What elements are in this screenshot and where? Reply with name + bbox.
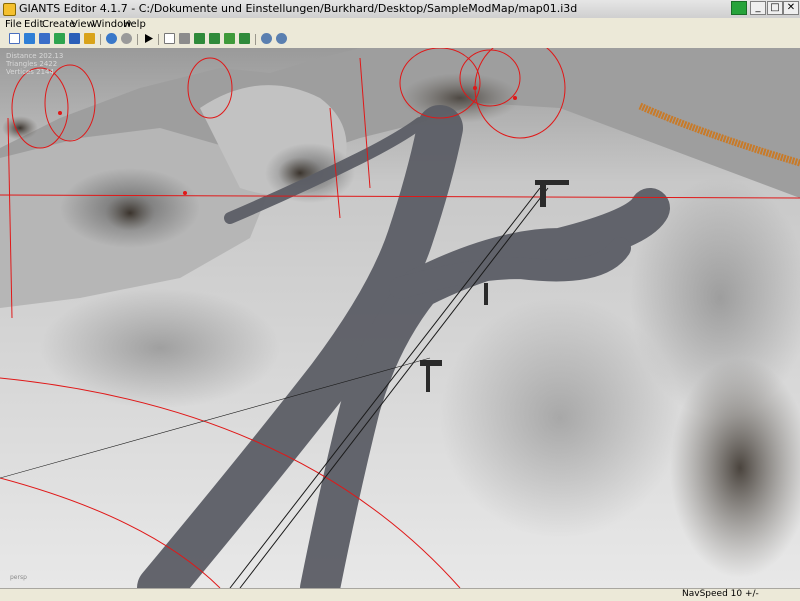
3d-viewport[interactable]: Distance 202.13 Triangles 2422 Vertices … <box>0 48 800 588</box>
viewport-stats: Distance 202.13 Triangles 2422 Vertices … <box>6 52 63 76</box>
vertices-readout: Vertices 2144 <box>6 68 54 76</box>
navspeed-readout: NavSpeed 10 +/- <box>682 589 759 599</box>
terrain-smooth-icon[interactable] <box>239 33 250 44</box>
move-icon[interactable] <box>179 33 190 44</box>
toolbar-separator <box>255 34 256 45</box>
menu-bar: File Edit Create View Window Help <box>0 18 800 32</box>
play-icon[interactable] <box>143 33 154 44</box>
open-file-icon[interactable] <box>24 33 35 44</box>
foliage-icon[interactable] <box>224 33 235 44</box>
title-bar: GIANTS Editor 4.1.7 - C:/Dokumente und E… <box>0 0 800 19</box>
settings-icon[interactable] <box>261 33 272 44</box>
terrain-paint-icon[interactable] <box>194 33 205 44</box>
toolbar <box>0 32 800 49</box>
minimize-button[interactable]: _ <box>750 1 766 15</box>
export-icon[interactable] <box>84 33 95 44</box>
new-file-icon[interactable] <box>9 33 20 44</box>
status-bar: NavSpeed 10 +/- <box>0 588 800 601</box>
menu-help[interactable]: Help <box>123 19 146 30</box>
terrain-scene <box>0 48 800 588</box>
terrain-sculpt-icon[interactable] <box>209 33 220 44</box>
terrain-shadow <box>40 288 280 408</box>
menu-edit[interactable]: Edit <box>24 19 43 30</box>
tray-icon[interactable] <box>731 1 747 15</box>
toolbar-separator <box>158 34 159 45</box>
undo-icon[interactable] <box>106 33 117 44</box>
select-icon[interactable] <box>164 33 175 44</box>
triangles-readout: Triangles 2422 <box>6 60 58 68</box>
reload-icon[interactable] <box>54 33 65 44</box>
save-icon[interactable] <box>39 33 50 44</box>
distance-readout: Distance 202.13 <box>6 52 64 60</box>
menu-file[interactable]: File <box>5 19 22 30</box>
save-as-icon[interactable] <box>69 33 80 44</box>
rock-outcrop <box>105 195 155 231</box>
app-icon <box>3 3 16 16</box>
camera-label: persp <box>10 574 27 581</box>
window-title: GIANTS Editor 4.1.7 - C:/Dokumente und E… <box>19 2 578 15</box>
maximize-button[interactable]: □ <box>767 1 783 15</box>
toolbar-separator <box>100 34 101 45</box>
toolbar-separator <box>137 34 138 45</box>
close-button[interactable]: ✕ <box>783 1 799 15</box>
redo-icon[interactable] <box>121 33 132 44</box>
grid-icon[interactable] <box>276 33 287 44</box>
